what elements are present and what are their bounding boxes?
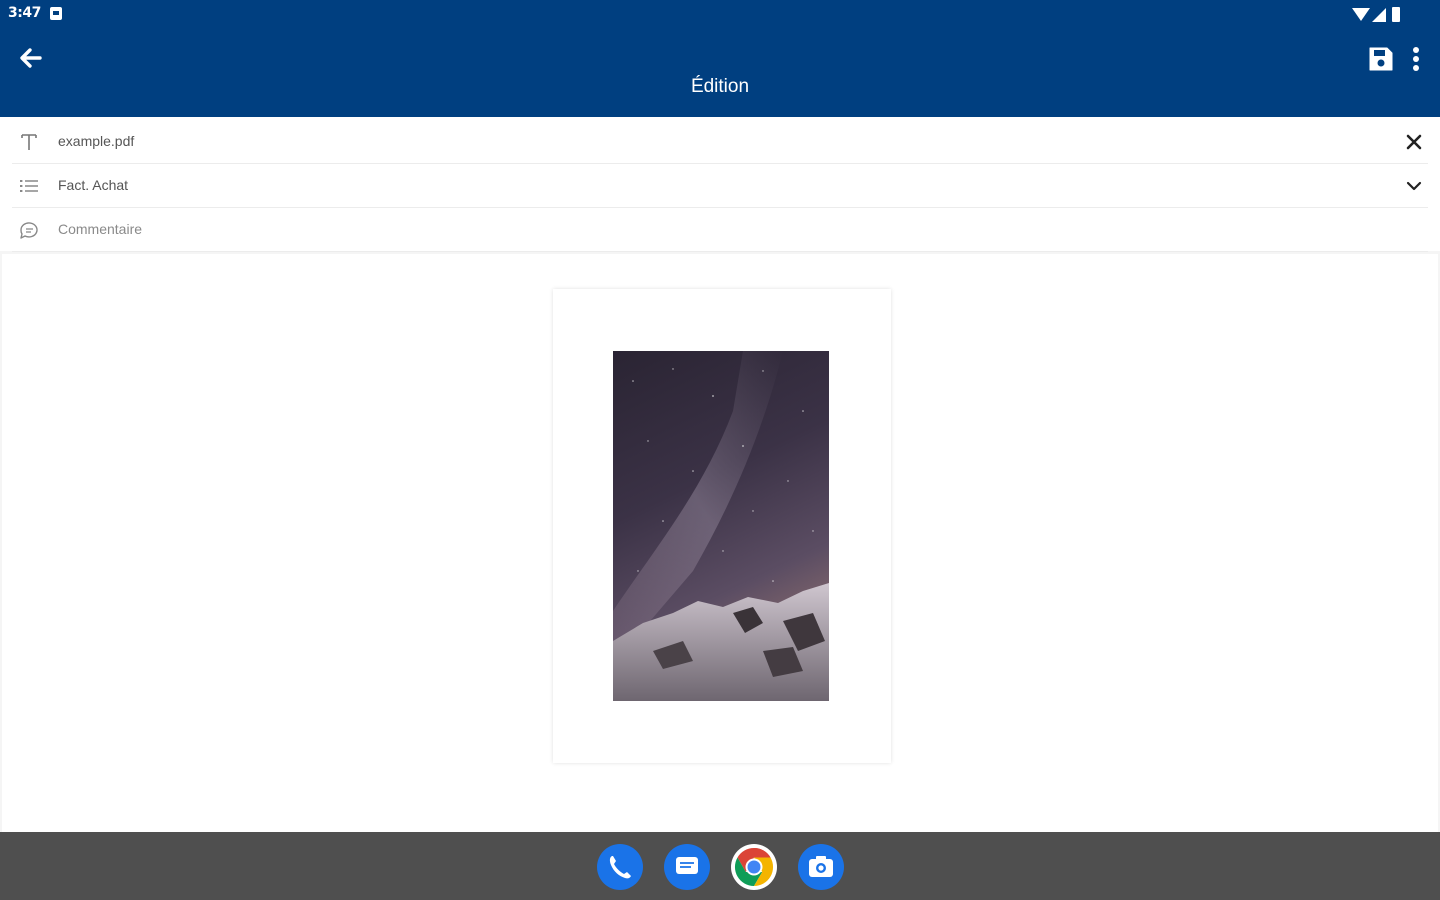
more-vert-icon (1413, 47, 1419, 71)
comment-field[interactable]: Commentaire (12, 208, 1428, 252)
comment-placeholder: Commentaire (58, 221, 143, 237)
list-icon (20, 180, 38, 192)
page-title: Édition (690, 76, 750, 97)
cell-signal-icon (1372, 8, 1386, 22)
filename-field[interactable]: example.pdf (12, 120, 1428, 164)
document-preview (2, 254, 1438, 832)
document-page[interactable] (553, 289, 891, 763)
status-time: 3:47 (8, 5, 41, 21)
camera-app-icon[interactable] (798, 844, 844, 890)
document-form: example.pdf Fact. Achat Commentaire (0, 117, 1440, 252)
chevron-down-icon[interactable] (1404, 176, 1424, 196)
app-dock (0, 832, 1440, 900)
save-icon (1369, 47, 1393, 71)
app-bar: 3:47 Édition (0, 0, 1440, 117)
chrome-app-icon[interactable] (731, 844, 777, 890)
save-button[interactable] (1366, 44, 1396, 74)
phone-app-icon[interactable] (597, 844, 643, 890)
close-icon[interactable] (1404, 132, 1424, 152)
back-button[interactable] (14, 42, 46, 74)
filename-value: example.pdf (58, 133, 135, 149)
battery-icon (1392, 7, 1400, 22)
more-options-button[interactable] (1404, 44, 1428, 74)
arrow-back-icon (20, 48, 42, 68)
night-sky-photo (613, 351, 829, 701)
text-format-icon (21, 134, 37, 150)
category-select[interactable]: Fact. Achat (12, 164, 1428, 208)
category-value: Fact. Achat (58, 177, 129, 193)
messages-app-icon[interactable] (664, 844, 710, 890)
notification-doc-icon (50, 7, 62, 20)
comment-icon (20, 222, 38, 239)
status-indicators (1352, 6, 1412, 22)
wifi-icon (1352, 8, 1370, 21)
